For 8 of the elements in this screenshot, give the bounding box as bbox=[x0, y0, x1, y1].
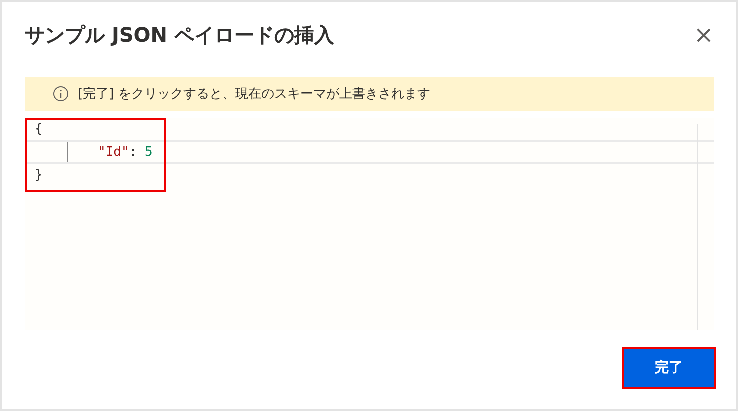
code-line: } bbox=[35, 168, 43, 182]
code-editor[interactable]: { "Id": 5 } bbox=[25, 118, 714, 330]
notice-text: [完了] をクリックすると、現在のスキーマが上書きされます bbox=[78, 86, 430, 103]
code-line: { bbox=[35, 122, 43, 136]
code-line: "Id": 5 bbox=[98, 144, 153, 160]
done-button[interactable]: 完了 bbox=[624, 349, 714, 387]
close-button[interactable]: × bbox=[686, 23, 714, 47]
dialog-title: サンプル JSON ペイロードの挿入 bbox=[25, 22, 335, 48]
